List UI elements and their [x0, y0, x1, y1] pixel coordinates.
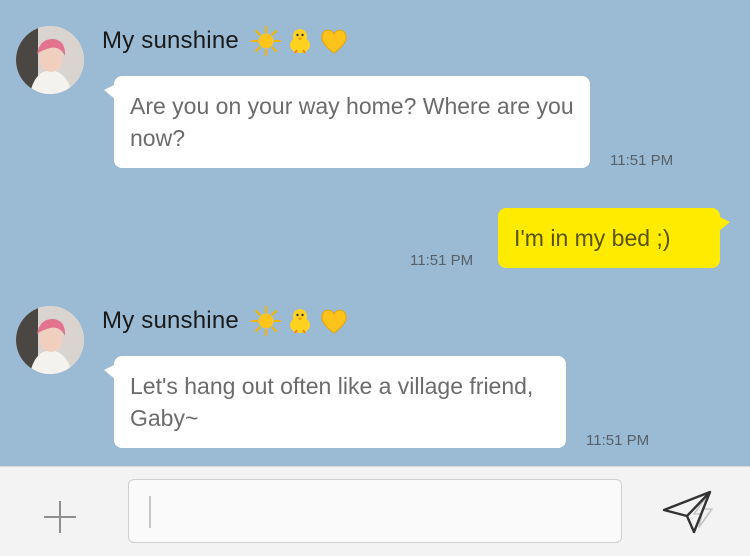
avatar-photo: [16, 306, 84, 374]
sender-avatar[interactable]: [16, 26, 84, 94]
sun-icon: [250, 306, 281, 336]
baby-chick-icon: [289, 29, 310, 54]
yellow-heart-icon: [321, 29, 347, 54]
message-composer: [0, 466, 750, 556]
message-text: Let's hang out often like a village frie…: [130, 373, 534, 431]
sender-name-text: My sunshine: [102, 27, 239, 54]
sender-name: My sunshine: [102, 26, 349, 56]
sender-avatar[interactable]: [16, 306, 84, 374]
sender-name: My sunshine: [102, 306, 349, 336]
baby-chick-icon: [289, 309, 310, 334]
message-input[interactable]: [147, 490, 551, 532]
yellow-heart-icon: [321, 309, 347, 334]
plus-icon[interactable]: [40, 497, 80, 537]
avatar-photo: [16, 26, 84, 94]
message-text: I'm in my bed ;): [514, 225, 671, 251]
message-input-container[interactable]: [128, 479, 713, 543]
message-timestamp: 11:51 PM: [410, 252, 474, 269]
outgoing-message-bubble[interactable]: I'm in my bed ;): [498, 208, 730, 268]
chat-area: My sunshine Are you on your way home? Wh…: [0, 0, 750, 466]
incoming-message-bubble[interactable]: Let's hang out often like a village frie…: [104, 356, 566, 448]
incoming-message-bubble[interactable]: Are you on your way home? Where are you …: [104, 76, 590, 168]
send-icon[interactable]: [660, 488, 716, 536]
sender-emojis: [250, 26, 349, 56]
message-text: Are you on your way home? Where are you …: [130, 93, 574, 151]
message-timestamp: 11:51 PM: [586, 432, 650, 449]
sun-icon: [250, 26, 281, 56]
sender-name-text: My sunshine: [102, 307, 239, 334]
sender-emojis: [250, 306, 349, 336]
message-timestamp: 11:51 PM: [610, 152, 674, 169]
